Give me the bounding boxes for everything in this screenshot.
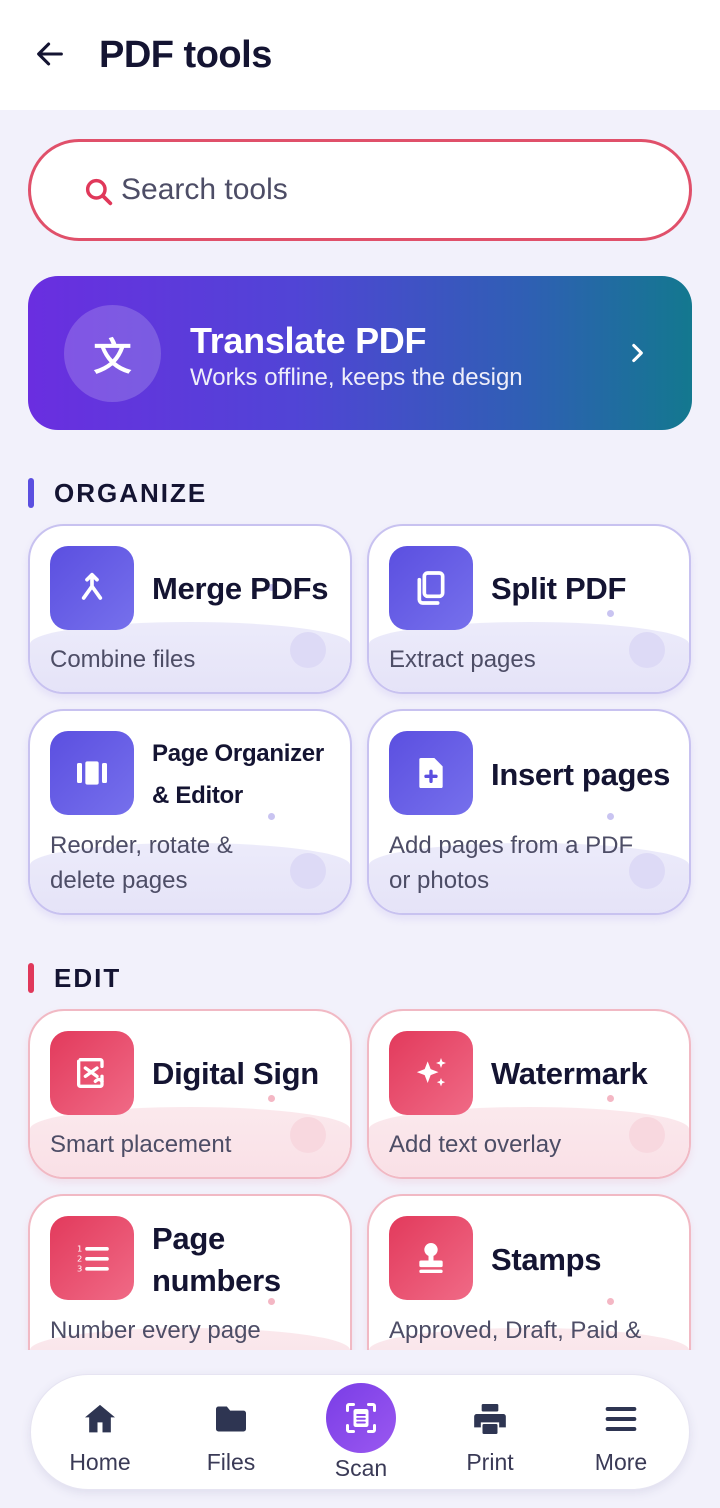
chevron-right-icon — [632, 343, 643, 363]
tool-card-merge-pdfs[interactable]: Merge PDFs Combine files — [28, 524, 352, 694]
nav-item-home[interactable]: Home — [45, 1375, 155, 1491]
printer-icon — [474, 1404, 506, 1434]
card-dot-decoration — [607, 1095, 614, 1102]
card-title-line1: Page — [152, 1221, 225, 1256]
card-title-line1: Page Organizer — [152, 740, 324, 767]
section-title-edit: EDIT — [54, 963, 122, 993]
tool-card-page-organizer[interactable]: Page Organizer & Editor Reorder, rotate … — [28, 709, 352, 915]
card-title-line2: numbers — [152, 1263, 281, 1298]
section-title-organize: ORGANIZE — [54, 478, 208, 508]
folder-icon — [216, 1406, 246, 1432]
nav-label: Home — [69, 1449, 131, 1475]
card-title: Watermark — [491, 1056, 648, 1091]
search-input[interactable] — [121, 162, 661, 218]
card-subtitle: Combine files — [50, 646, 196, 673]
card-dot-decoration — [268, 1095, 275, 1102]
tool-card-split-pdf[interactable]: Split PDF Extract pages — [367, 524, 691, 694]
split-copy-icon — [389, 546, 473, 630]
card-subtitle: Smart placement — [50, 1131, 232, 1158]
nav-item-scan[interactable]: Scan — [306, 1375, 416, 1491]
card-title: Insert pages — [491, 757, 671, 792]
card-blob-decoration — [290, 853, 326, 889]
nav-label: Scan — [334, 1455, 388, 1481]
nav-label: More — [594, 1449, 648, 1475]
tools-scroll-area[interactable]: 文 Translate PDF Works offline, keeps the… — [0, 0, 720, 1350]
card-blob-decoration — [290, 632, 326, 668]
card-blob-decoration — [629, 632, 665, 668]
menu-icon — [605, 1407, 637, 1431]
card-subtitle-line2: or photos — [389, 867, 490, 894]
search-bar[interactable] — [28, 139, 692, 241]
card-blob-decoration — [290, 1117, 326, 1153]
card-subtitle-line2: delete pages — [50, 867, 188, 894]
card-dot-decoration — [607, 813, 614, 820]
card-title: Merge PDFs — [152, 571, 329, 606]
stamp-icon — [389, 1216, 473, 1300]
card-subtitle: Add text overlay — [389, 1131, 562, 1158]
nav-item-print[interactable]: Print — [435, 1375, 545, 1491]
card-title: Split PDF — [491, 571, 627, 606]
numbered-list-icon: 1 2 3 — [50, 1216, 134, 1300]
translate-icon: 文 — [64, 305, 161, 402]
card-subtitle: Number every page — [50, 1317, 261, 1344]
card-title: Stamps — [491, 1242, 602, 1277]
organize-section-accent — [28, 478, 34, 508]
nav-label: Files — [206, 1449, 256, 1475]
tool-card-digital-sign[interactable]: Digital Sign Smart placement — [28, 1009, 352, 1179]
card-subtitle-line1: Add pages from a PDF — [389, 832, 634, 859]
tool-card-page-numbers[interactable]: 1 2 3 Page numbers Number every page — [28, 1194, 352, 1350]
card-title: Digital Sign — [152, 1056, 319, 1091]
banner-subtitle: Works offline, keeps the design — [190, 364, 523, 391]
edit-section-accent — [28, 963, 34, 993]
tool-card-insert-pages[interactable]: Insert pages Add pages from a PDF or pho… — [367, 709, 691, 915]
merge-icon — [50, 546, 134, 630]
card-subtitle: Approved, Draft, Paid & — [389, 1317, 642, 1344]
scan-button-circle — [326, 1383, 396, 1453]
insert-page-icon — [389, 731, 473, 815]
card-dot-decoration — [607, 610, 614, 617]
banner-title: Translate PDF — [190, 320, 427, 361]
card-blob-decoration — [629, 1117, 665, 1153]
svg-text:2: 2 — [77, 1253, 82, 1263]
card-subtitle: Extract pages — [389, 646, 536, 673]
tool-card-watermark[interactable]: Watermark Add text overlay — [367, 1009, 691, 1179]
card-dot-decoration — [268, 813, 275, 820]
bottom-navigation: Home Files Scan Print More — [30, 1374, 690, 1490]
translate-pdf-banner[interactable]: 文 Translate PDF Works offline, keeps the… — [28, 276, 692, 430]
card-dot-decoration — [607, 1298, 614, 1305]
card-blob-decoration — [629, 853, 665, 889]
nav-item-files[interactable]: Files — [176, 1375, 286, 1491]
card-title-line2: & Editor — [152, 782, 243, 809]
signature-icon — [50, 1031, 134, 1115]
scan-document-icon — [346, 1403, 376, 1433]
tool-card-stamps[interactable]: Stamps Approved, Draft, Paid & — [367, 1194, 691, 1350]
svg-text:1: 1 — [77, 1243, 82, 1253]
home-icon — [85, 1404, 115, 1433]
nav-item-more[interactable]: More — [566, 1375, 676, 1491]
nav-label: Print — [466, 1449, 514, 1475]
search-icon — [85, 178, 113, 206]
page-organizer-icon — [50, 731, 134, 815]
card-subtitle-line1: Reorder, rotate & — [50, 832, 233, 859]
svg-text:3: 3 — [77, 1263, 82, 1273]
sparkle-icon — [389, 1031, 473, 1115]
